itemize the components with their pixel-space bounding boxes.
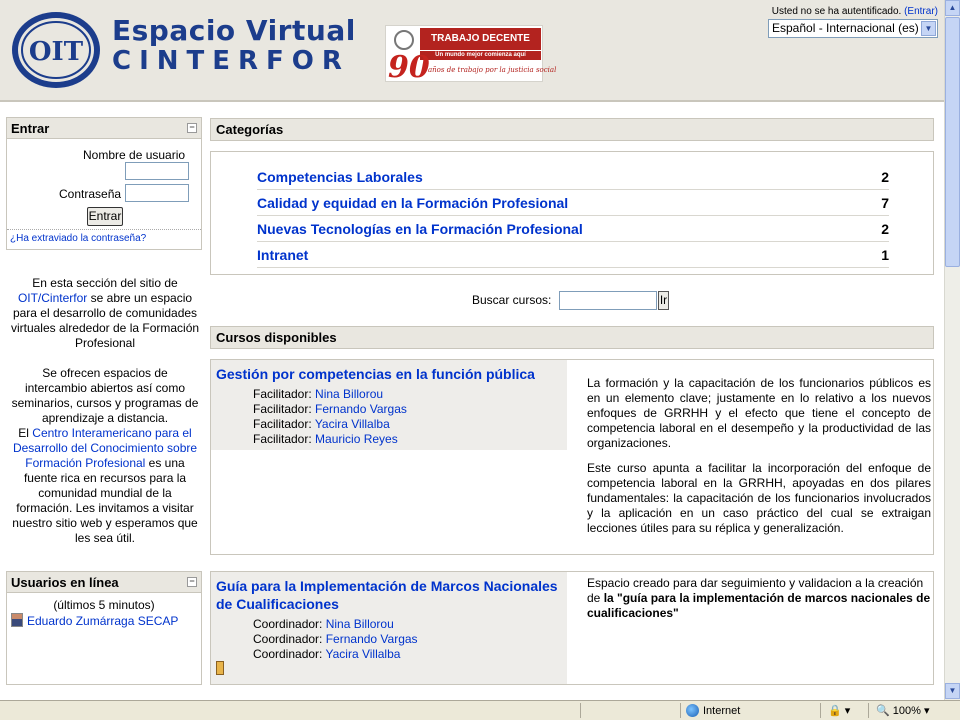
online-users-block: Usuarios en línea − (últimos 5 minutos) … xyxy=(6,571,202,685)
oit-logo-text: OIT xyxy=(29,37,84,67)
course-item: Gestión por competencias en la función p… xyxy=(210,359,934,555)
course-staff-row: Facilitador: Yacira Villalba xyxy=(253,417,390,431)
banner-anniversary-number: 90 xyxy=(388,50,430,85)
course-summary: Espacio creado para dar seguimiento y va… xyxy=(587,576,931,620)
category-count: 7 xyxy=(881,195,889,211)
security-zone[interactable]: Internet xyxy=(686,704,740,717)
description-paragraph-2: Se ofrecen espacios de intercambio abier… xyxy=(11,366,199,545)
login-block-header: Entrar − xyxy=(7,118,201,139)
oit-cinterfor-link[interactable]: OIT/Cinterfor xyxy=(18,291,87,305)
chevron-down-icon[interactable]: ▼ xyxy=(921,21,936,36)
online-user-link[interactable]: Eduardo Zumárraga SECAP xyxy=(27,614,178,628)
login-block-title: Entrar xyxy=(11,121,50,136)
divider xyxy=(868,703,869,718)
login-info: Usted no se ha autentificado. (Entrar) xyxy=(772,6,938,17)
online-users-subtitle: (últimos 5 minutos) xyxy=(53,598,155,612)
trabajo-decente-banner[interactable]: TRABAJO DECENTE Un mundo mejor comienza … xyxy=(385,25,556,85)
staff-link[interactable]: Fernando Vargas xyxy=(315,402,407,416)
language-select[interactable]: Español - Internacional (es) ▼ xyxy=(768,19,938,38)
category-count: 1 xyxy=(881,247,889,263)
banner-title: TRABAJO DECENTE xyxy=(420,28,541,50)
browser-status-bar: Internet 🔒 ▾ 🔍 100% ▾ xyxy=(0,700,960,720)
divider xyxy=(7,229,201,230)
globe-icon xyxy=(686,704,699,717)
site-title-line1: Espacio Virtual xyxy=(112,14,356,47)
category-link[interactable]: Competencias Laborales xyxy=(257,169,423,185)
course-summary: La formación y la capacitación de los fu… xyxy=(587,376,931,546)
login-button[interactable]: Entrar xyxy=(87,207,123,226)
collapse-icon[interactable]: − xyxy=(187,577,197,587)
course-summary-paragraph: La formación y la capacitación de los fu… xyxy=(587,376,931,450)
course-staff-row: Coordinador: Fernando Vargas xyxy=(253,632,418,646)
course-staff-row: Facilitador: Mauricio Reyes xyxy=(253,432,398,446)
site-header: OIT Espacio Virtual CINTERFOR TRABAJO DE… xyxy=(0,0,944,102)
banner-subtitle: Un mundo mejor comienza aquí xyxy=(420,51,541,60)
course-staff-row: Coordinador: Nina Billorou xyxy=(253,617,394,631)
collapse-icon[interactable]: − xyxy=(187,123,197,133)
category-link[interactable]: Intranet xyxy=(257,247,308,263)
category-row: Nuevas Tecnologías en la Formación Profe… xyxy=(257,216,889,242)
category-count: 2 xyxy=(881,221,889,237)
divider xyxy=(820,703,821,718)
course-staff-row: Coordinador: Yacira Villalba xyxy=(253,647,401,661)
guest-access-icon xyxy=(216,661,224,675)
course-staff-row: Facilitador: Fernando Vargas xyxy=(253,402,407,416)
category-row: Calidad y equidad en la Formación Profes… xyxy=(257,190,889,216)
category-row: Competencias Laborales 2 xyxy=(257,164,889,190)
header-login-link[interactable]: (Entrar) xyxy=(904,6,938,17)
staff-link[interactable]: Nina Billorou xyxy=(326,617,394,631)
course-summary-paragraph: Este curso apunta a facilitar la incorpo… xyxy=(587,461,931,535)
course-title-link[interactable]: Guía para la Implementación de Marcos Na… xyxy=(216,577,566,613)
divider xyxy=(580,703,581,718)
forgot-password-link[interactable]: ¿Ha extraviado la contraseña? xyxy=(10,233,146,244)
search-input[interactable] xyxy=(559,291,657,310)
oit-logo[interactable]: OIT xyxy=(10,10,102,90)
language-select-value: Español - Internacional (es) xyxy=(772,21,919,35)
site-description: En esta sección del sitio de OIT/Cinterf… xyxy=(10,276,200,561)
staff-link[interactable]: Fernando Vargas xyxy=(326,632,418,646)
course-staff-row: Facilitador: Nina Billorou xyxy=(253,387,384,401)
zoom-icon: 🔍 xyxy=(876,705,890,717)
lock-icon[interactable]: 🔒 ▾ xyxy=(828,704,850,717)
site-title-line2: CINTERFOR xyxy=(112,46,350,76)
zoom-level: 100% xyxy=(892,705,921,717)
staff-link[interactable]: Yacira Villalba xyxy=(326,647,401,661)
login-block: Entrar − Nombre de usuario Contraseña En… xyxy=(6,117,202,250)
category-link[interactable]: Calidad y equidad en la Formación Profes… xyxy=(257,195,568,211)
online-user-item: Eduardo Zumárraga SECAP xyxy=(11,613,178,628)
scroll-down-arrow-icon[interactable]: ▼ xyxy=(945,683,960,699)
scrollbar-thumb[interactable] xyxy=(945,17,960,267)
password-field[interactable] xyxy=(125,184,189,202)
divider xyxy=(680,703,681,718)
password-label: Contraseña xyxy=(59,187,122,201)
course-title-link[interactable]: Gestión por competencias en la función p… xyxy=(216,365,566,383)
search-go-button[interactable]: Ir xyxy=(658,291,669,310)
security-zone-label: Internet xyxy=(703,705,741,717)
scroll-up-arrow-icon[interactable]: ▲ xyxy=(945,0,960,16)
user-avatar-icon[interactable] xyxy=(11,613,23,627)
username-label: Nombre de usuario xyxy=(83,148,186,162)
banner-tagline: años de trabajo por la justicia social xyxy=(428,66,557,74)
staff-link[interactable]: Mauricio Reyes xyxy=(315,432,398,446)
categories-list: Competencias Laborales 2 Calidad y equid… xyxy=(210,151,934,275)
staff-link[interactable]: Yacira Villalba xyxy=(315,417,390,431)
username-field[interactable] xyxy=(125,162,189,180)
online-users-title: Usuarios en línea xyxy=(11,575,119,590)
category-count: 2 xyxy=(881,169,889,185)
online-users-header: Usuarios en línea − xyxy=(7,572,201,593)
course-info: Guía para la Implementación de Marcos Na… xyxy=(211,572,567,684)
category-row: Intranet 1 xyxy=(257,242,889,268)
course-item: Guía para la Implementación de Marcos Na… xyxy=(210,571,934,685)
courses-header: Cursos disponibles xyxy=(210,326,934,349)
search-label: Buscar cursos: xyxy=(472,293,552,307)
staff-link[interactable]: Nina Billorou xyxy=(315,387,383,401)
course-info: Gestión por competencias en la función p… xyxy=(211,360,567,450)
zoom-control[interactable]: 🔍 100% ▾ xyxy=(876,704,929,717)
vertical-scrollbar[interactable]: ▲ ▼ xyxy=(944,0,960,700)
category-link[interactable]: Nuevas Tecnologías en la Formación Profe… xyxy=(257,221,583,237)
description-paragraph-1: En esta sección del sitio de OIT/Cinterf… xyxy=(10,276,200,350)
login-status-text: Usted no se ha autentificado. xyxy=(771,6,902,17)
ilo-emblem-icon xyxy=(394,30,414,50)
categories-header: Categorías xyxy=(210,118,934,141)
